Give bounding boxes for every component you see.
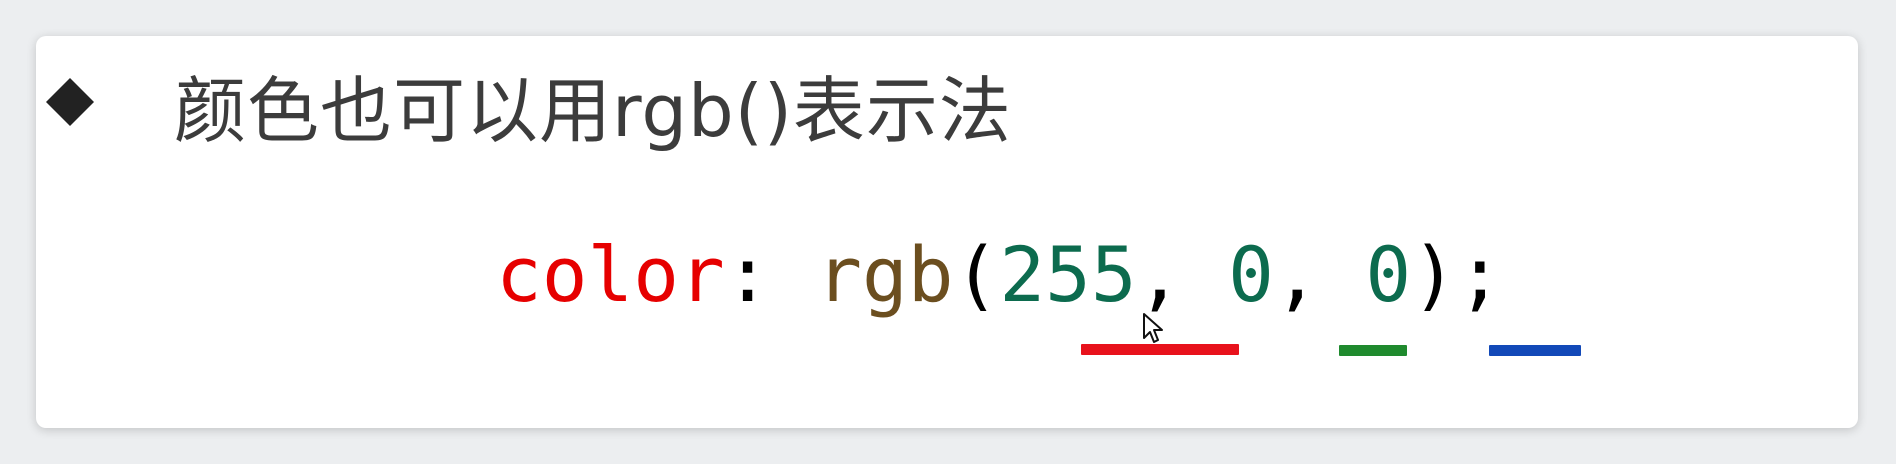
- slide-heading: 颜色也可以用rgb()表示法: [174, 69, 1012, 153]
- green-channel-underline: [1339, 345, 1407, 356]
- close-paren-semicolon: );: [1411, 230, 1503, 319]
- diamond-bullet-shape: [46, 78, 94, 126]
- css-property: color: [496, 230, 725, 319]
- green-value: 0: [1228, 230, 1274, 319]
- comma-separator: ,: [1136, 230, 1229, 319]
- blue-channel-underline: [1489, 345, 1581, 356]
- mouse-pointer-icon: [1143, 313, 1163, 343]
- css-colon: :: [724, 230, 817, 319]
- comma-separator: ,: [1273, 230, 1366, 319]
- red-value: 255: [999, 230, 1137, 319]
- code-line: color: rgb(255, 0, 0);: [496, 230, 1503, 320]
- rgb-function: rgb: [816, 230, 954, 319]
- diamond-bullet-icon: [46, 78, 94, 126]
- blue-value: 0: [1365, 230, 1412, 319]
- open-paren: (: [953, 230, 1000, 319]
